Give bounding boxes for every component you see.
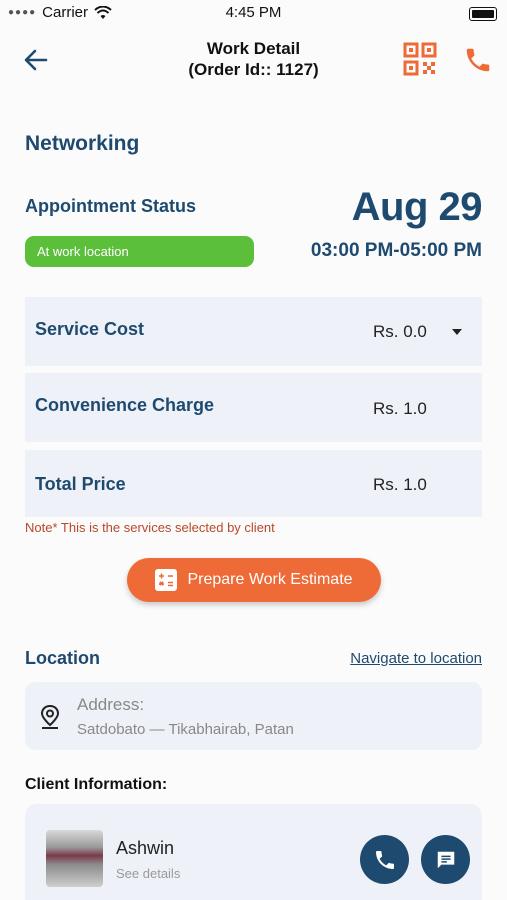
services-note: Note* This is the services selected by c… bbox=[25, 520, 275, 535]
appointment-status-label: Appointment Status bbox=[25, 196, 196, 216]
location-title: Location bbox=[25, 648, 100, 668]
dropdown-caret-icon[interactable] bbox=[452, 329, 462, 335]
page-title-line2: (Order Id:: 1127) bbox=[188, 60, 319, 79]
status-time: 4:45 PM bbox=[225, 4, 282, 21]
battery-icon bbox=[469, 7, 497, 21]
qr-code-icon[interactable] bbox=[403, 42, 437, 76]
message-client-button[interactable] bbox=[421, 835, 470, 884]
status-bar: ●●●● Carrier 4:45 PM bbox=[0, 0, 507, 28]
page-title: Work Detail (Order Id:: 1127) bbox=[150, 38, 357, 80]
service-name: Networking bbox=[25, 132, 140, 155]
chat-icon bbox=[437, 851, 454, 868]
address-value: Satdobato — Tikabhairab, Patan bbox=[77, 721, 294, 738]
location-pin-icon bbox=[40, 704, 60, 729]
app-header: Work Detail (Order Id:: 1127) bbox=[0, 28, 507, 98]
status-badge: At work location bbox=[25, 236, 254, 267]
total-price-label: Total Price bbox=[35, 474, 126, 494]
back-arrow-icon[interactable] bbox=[20, 44, 52, 76]
appointment-date: Aug 29 bbox=[351, 185, 483, 229]
total-price-value: Rs. 1.0 bbox=[373, 475, 427, 494]
address-box: Address: Satdobato — Tikabhairab, Patan bbox=[25, 682, 482, 750]
page-title-line1: Work Detail bbox=[206, 39, 301, 58]
phone-icon bbox=[375, 850, 394, 869]
appointment-time-range: 03:00 PM-05:00 PM bbox=[310, 240, 482, 261]
address-label: Address: bbox=[77, 695, 145, 714]
call-client-button[interactable] bbox=[360, 835, 409, 884]
prepare-estimate-button[interactable]: Prepare Work Estimate bbox=[127, 558, 381, 602]
convenience-charge-row: Convenience Charge Rs. 1.0 bbox=[25, 373, 482, 442]
convenience-charge-label: Convenience Charge bbox=[35, 395, 215, 415]
client-info-title: Client Information: bbox=[25, 776, 168, 793]
phone-icon[interactable] bbox=[463, 45, 493, 75]
service-cost-value: Rs. 0.0 bbox=[373, 322, 427, 341]
calculator-icon bbox=[155, 569, 178, 591]
service-cost-row[interactable]: Service Cost Rs. 0.0 bbox=[25, 297, 482, 366]
prepare-estimate-label: Prepare Work Estimate bbox=[187, 571, 353, 588]
client-name: Ashwin bbox=[116, 838, 175, 858]
service-cost-label: Service Cost bbox=[35, 319, 145, 339]
convenience-charge-value: Rs. 1.0 bbox=[373, 399, 427, 418]
avatar bbox=[46, 830, 103, 887]
navigate-to-location-link[interactable]: Navigate to location bbox=[350, 650, 482, 667]
see-details-link[interactable]: See details bbox=[116, 866, 180, 881]
client-card: Ashwin See details bbox=[25, 804, 482, 900]
total-price-row: Total Price Rs. 1.0 bbox=[25, 450, 482, 517]
